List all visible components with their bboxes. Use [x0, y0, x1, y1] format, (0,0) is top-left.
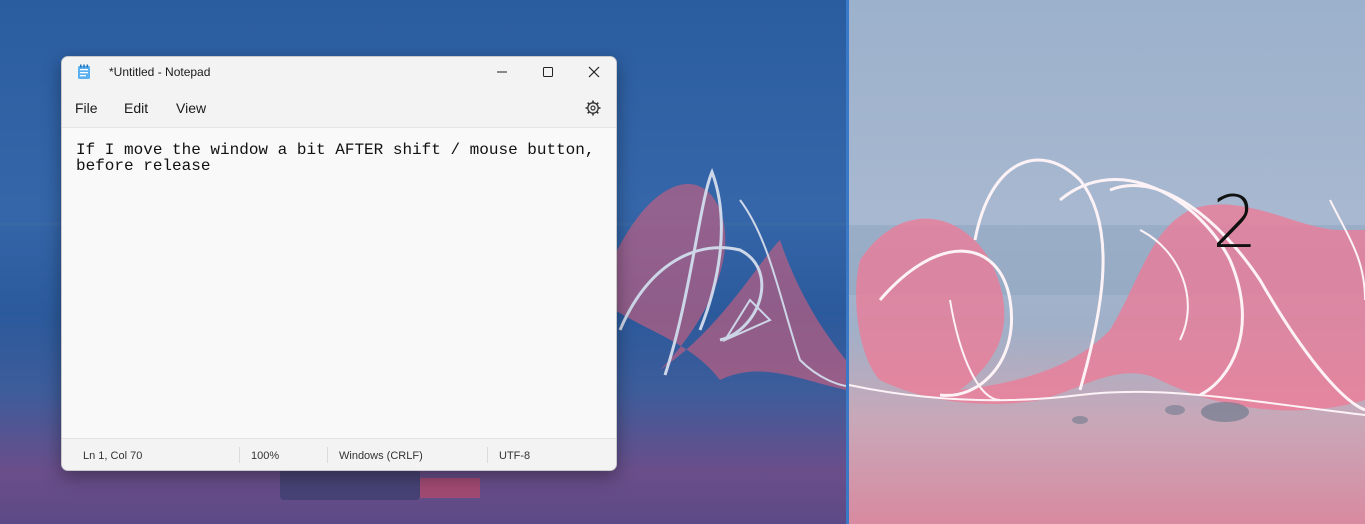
snap-zone-number: 2	[1212, 180, 1258, 264]
menu-bar: File Edit View	[62, 87, 616, 127]
close-button[interactable]	[571, 57, 616, 87]
status-zoom: 100%	[251, 450, 280, 462]
status-bar: Ln 1, Col 70 100% Windows (CRLF) UTF-8	[62, 438, 616, 470]
gear-icon[interactable]	[584, 99, 602, 117]
title-bar[interactable]: *Untitled - Notepad	[62, 57, 616, 87]
minimize-icon	[497, 71, 507, 73]
status-encoding: UTF-8	[499, 450, 531, 462]
status-separator	[327, 447, 328, 463]
menu-file[interactable]: File	[75, 100, 98, 116]
window-title: *Untitled - Notepad	[109, 65, 211, 79]
editor-content[interactable]: If I move the window a bit AFTER shift /…	[76, 142, 616, 174]
snap-divider	[846, 0, 849, 524]
minimize-button[interactable]	[479, 57, 525, 87]
text-editor[interactable]: If I move the window a bit AFTER shift /…	[62, 127, 616, 439]
close-icon	[588, 66, 600, 78]
status-separator	[487, 447, 488, 463]
maximize-button[interactable]	[525, 57, 571, 87]
notepad-window[interactable]: *Untitled - Notepad File Edit View If I …	[61, 56, 617, 471]
menu-edit[interactable]: Edit	[124, 100, 148, 116]
status-separator	[239, 447, 240, 463]
status-cursor-position: Ln 1, Col 70	[83, 450, 143, 462]
maximize-icon	[543, 67, 553, 77]
status-line-ending: Windows (CRLF)	[339, 450, 423, 462]
notepad-app-icon	[78, 64, 90, 79]
menu-view[interactable]: View	[176, 100, 206, 116]
